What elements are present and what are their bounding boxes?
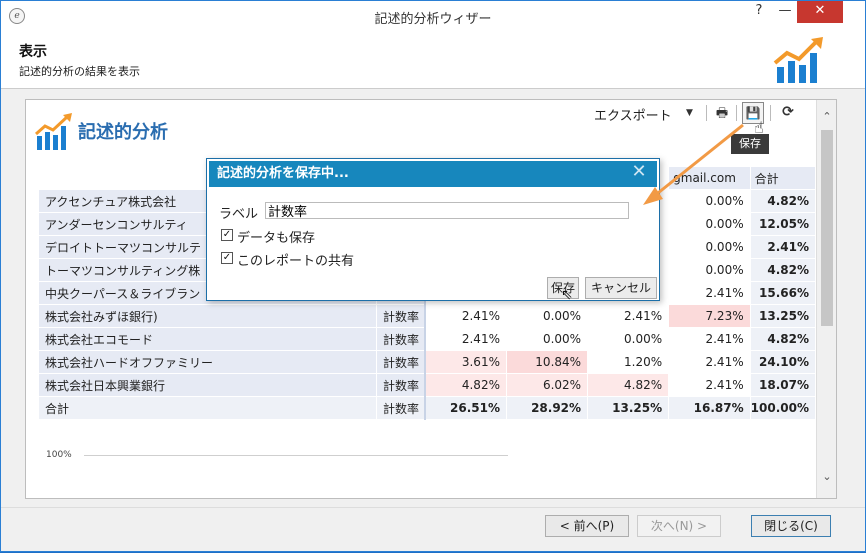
total-cell: 100.00% bbox=[749, 396, 816, 420]
scroll-up-icon[interactable]: ⌃ bbox=[817, 110, 837, 124]
wizard-window: ℯ 記述的分析ウィザー ? — ✕ 表示 記述的分析の結果を表示 記述的分析 エ… bbox=[0, 0, 866, 552]
toolbar-divider bbox=[770, 105, 771, 121]
value-cell: 0.00% bbox=[668, 189, 751, 213]
value-cell: 0.00% bbox=[668, 212, 751, 236]
scroll-down-icon[interactable]: ⌄ bbox=[817, 470, 837, 484]
save-data-label: データも保存 bbox=[237, 231, 316, 246]
table-row: 株式会社日本興業銀行 計数率 4.82% 6.02% 4.82% 2.41% 1… bbox=[37, 373, 816, 397]
report-logo-icon bbox=[35, 113, 72, 150]
total-cell: 12.05% bbox=[749, 212, 816, 236]
value-cell: 2.41% bbox=[668, 350, 751, 374]
wizard-header: 表示 記述的分析の結果を表示 bbox=[1, 31, 865, 89]
chevron-down-icon[interactable]: ▼ bbox=[686, 108, 693, 118]
label-field-label: ラベル bbox=[219, 207, 259, 222]
close-button[interactable]: 閉じる(C) bbox=[751, 515, 831, 537]
column-header: 合計 bbox=[749, 166, 816, 190]
column-header: gmail.com bbox=[668, 166, 751, 190]
value-cell: 7.23% bbox=[668, 304, 751, 328]
label-input[interactable] bbox=[265, 202, 629, 219]
value-cell: 4.82% bbox=[587, 373, 670, 397]
cancel-button[interactable]: キャンセル bbox=[585, 277, 657, 299]
total-cell: 4.82% bbox=[749, 327, 816, 351]
toolbar-divider bbox=[736, 105, 737, 121]
save-dialog: 記述的分析を保存中... ✕ ラベル ✓ データも保存 ✓ このレポートの共有 … bbox=[206, 158, 660, 303]
share-report-checkbox[interactable]: ✓ bbox=[221, 252, 233, 264]
page-title: 表示 bbox=[19, 44, 47, 60]
save-tooltip: 保存 bbox=[731, 134, 769, 154]
scroll-thumb[interactable] bbox=[821, 130, 833, 326]
value-cell: 1.20% bbox=[587, 350, 670, 374]
measure-cell: 計数率 bbox=[376, 327, 427, 351]
page-subtitle: 記述的分析の結果を表示 bbox=[19, 65, 140, 78]
value-cell: 10.84% bbox=[505, 350, 589, 374]
next-button[interactable]: 次へ(N) > bbox=[637, 515, 721, 537]
share-report-label: このレポートの共有 bbox=[237, 254, 355, 269]
help-button[interactable]: ? bbox=[747, 1, 771, 23]
table-row: 株式会社みずほ銀行) 計数率 2.41% 0.00% 2.41% 7.23% 1… bbox=[37, 304, 816, 328]
refresh-icon[interactable]: ⟳ bbox=[780, 104, 796, 120]
total-cell: 2.41% bbox=[749, 235, 816, 259]
value-cell: 0.00% bbox=[668, 235, 751, 259]
value-cell: 3.61% bbox=[424, 350, 507, 374]
measure-cell: 計数率 bbox=[376, 396, 427, 420]
value-cell: 2.41% bbox=[668, 373, 751, 397]
value-cell: 2.41% bbox=[424, 304, 507, 328]
value-cell: 26.51% bbox=[424, 396, 507, 420]
total-cell: 4.82% bbox=[749, 189, 816, 213]
row-label: 株式会社ハードオフファミリー bbox=[37, 350, 378, 374]
value-cell: 6.02% bbox=[505, 373, 589, 397]
report-title: 記述的分析 bbox=[78, 122, 168, 143]
export-menu[interactable]: エクスポート bbox=[594, 105, 672, 124]
chart-axis-label: 100% bbox=[46, 450, 72, 460]
pointer-cursor-icon: ⇖ bbox=[561, 287, 573, 303]
row-label: 株式会社日本興業銀行 bbox=[37, 373, 378, 397]
value-cell: 13.25% bbox=[587, 396, 670, 420]
total-cell: 24.10% bbox=[749, 350, 816, 374]
value-cell: 0.00% bbox=[505, 304, 589, 328]
prev-button[interactable]: < 前へ(P) bbox=[545, 515, 629, 537]
minimize-button[interactable]: — bbox=[773, 1, 797, 23]
close-icon[interactable]: ✕ bbox=[627, 160, 651, 184]
value-cell: 16.87% bbox=[668, 396, 751, 420]
total-cell: 13.25% bbox=[749, 304, 816, 328]
dialog-title: 記述的分析を保存中... bbox=[209, 161, 657, 187]
window-title: 記述的分析ウィザー bbox=[374, 12, 492, 27]
value-cell: 4.82% bbox=[424, 373, 507, 397]
hand-cursor-icon: ☝ bbox=[754, 118, 764, 137]
footer-divider bbox=[1, 507, 865, 508]
value-cell: 0.00% bbox=[587, 327, 670, 351]
measure-cell: 計数率 bbox=[376, 304, 427, 328]
title-bar: ℯ 記述的分析ウィザー ? — ✕ bbox=[1, 1, 865, 31]
toolbar-divider bbox=[706, 105, 707, 121]
value-cell: 2.41% bbox=[668, 327, 751, 351]
total-row: 合計 計数率 26.51% 28.92% 13.25% 16.87% 100.0… bbox=[37, 396, 816, 420]
analytics-logo-icon bbox=[773, 37, 823, 83]
vertical-scrollbar[interactable]: ⌃ ⌄ bbox=[816, 100, 836, 498]
measure-cell: 計数率 bbox=[376, 373, 427, 397]
close-window-button[interactable]: ✕ bbox=[797, 1, 843, 23]
row-label: 株式会社エコモード bbox=[37, 327, 378, 351]
chart-gridline bbox=[84, 455, 508, 456]
row-label: 株式会社みずほ銀行) bbox=[37, 304, 378, 328]
value-cell: 28.92% bbox=[505, 396, 589, 420]
value-cell: 2.41% bbox=[424, 327, 507, 351]
total-cell: 4.82% bbox=[749, 258, 816, 282]
value-cell: 0.00% bbox=[668, 258, 751, 282]
table-row: 株式会社ハードオフファミリー 計数率 3.61% 10.84% 1.20% 2.… bbox=[37, 350, 816, 374]
printer-icon[interactable]: 🖶 bbox=[714, 104, 730, 121]
measure-cell: 計数率 bbox=[376, 350, 427, 374]
save-data-checkbox[interactable]: ✓ bbox=[221, 229, 233, 241]
value-cell: 2.41% bbox=[587, 304, 670, 328]
value-cell: 0.00% bbox=[505, 327, 589, 351]
table-row: 株式会社エコモード 計数率 2.41% 0.00% 0.00% 2.41% 4.… bbox=[37, 327, 816, 351]
total-cell: 18.07% bbox=[749, 373, 816, 397]
row-label: 合計 bbox=[37, 396, 378, 420]
total-cell: 15.66% bbox=[749, 281, 816, 305]
value-cell: 2.41% bbox=[668, 281, 751, 305]
